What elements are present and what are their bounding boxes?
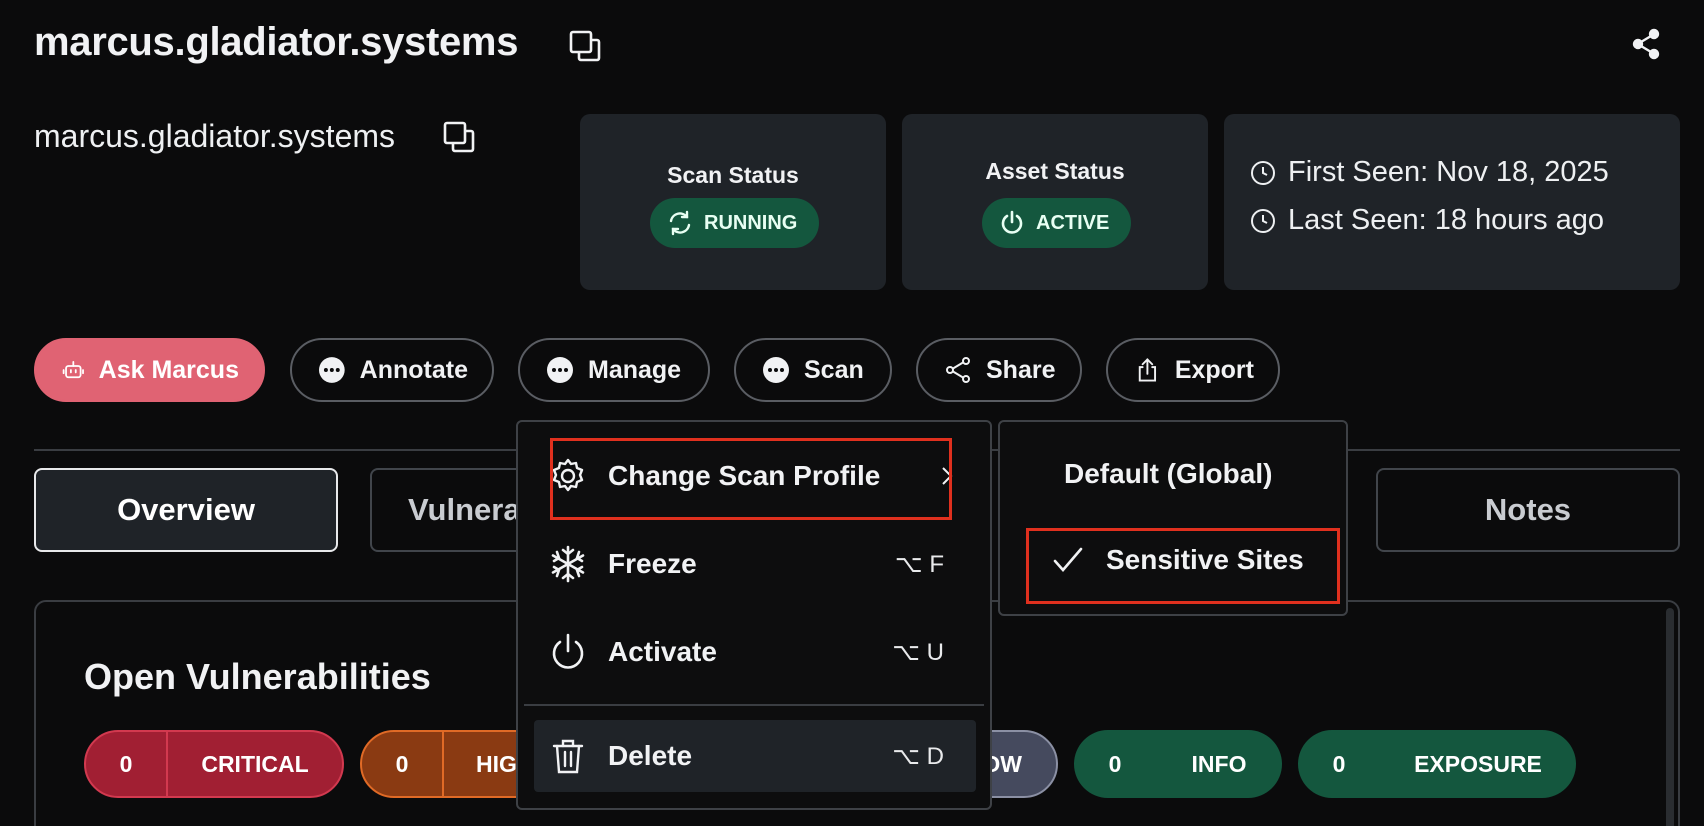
asset-status-value: ACTIVE bbox=[1036, 211, 1110, 234]
highlight-outline bbox=[550, 438, 952, 520]
menu-separator bbox=[524, 704, 984, 706]
asset-status-label: Asset Status bbox=[985, 158, 1125, 184]
share-label: Share bbox=[986, 355, 1056, 384]
scan-status-card: Scan Status RUNNING bbox=[580, 114, 886, 290]
power-icon bbox=[552, 633, 584, 669]
menu-item-delete[interactable]: Delete ⌥ D bbox=[534, 720, 976, 792]
power-icon bbox=[1001, 210, 1023, 234]
info-label: INFO bbox=[1191, 750, 1247, 777]
copy-icon[interactable] bbox=[442, 120, 476, 154]
page-title: marcus.gladiator.systems bbox=[34, 20, 519, 64]
trash-icon bbox=[552, 739, 584, 774]
share-icon bbox=[946, 357, 970, 383]
ask-marcus-label: Ask Marcus bbox=[98, 355, 239, 384]
last-seen-row: Last Seen: 18 hours ago bbox=[1250, 204, 1604, 237]
seen-card: First Seen: Nov 18, 2025 Last Seen: 18 h… bbox=[1224, 114, 1680, 290]
exposure-badge[interactable]: 0 EXPOSURE bbox=[1298, 730, 1576, 798]
highlight-outline bbox=[1026, 528, 1340, 604]
clock-icon bbox=[1251, 160, 1275, 185]
last-seen-text: Last Seen: 18 hours ago bbox=[1288, 204, 1605, 236]
export-button[interactable]: Export bbox=[1106, 338, 1280, 402]
freeze-shortcut: ⌥ F bbox=[895, 550, 944, 578]
share-icon[interactable] bbox=[1630, 28, 1662, 60]
refresh-icon bbox=[669, 210, 691, 236]
clock-icon bbox=[1251, 208, 1275, 233]
annotate-button[interactable]: Annotate bbox=[290, 338, 494, 402]
tab-overview[interactable]: Overview bbox=[34, 468, 338, 552]
info-badge[interactable]: 0 INFO bbox=[1074, 730, 1282, 798]
asset-status-badge: ACTIVE bbox=[982, 198, 1132, 248]
manage-label: Manage bbox=[588, 355, 682, 384]
first-seen-text: First Seen: Nov 18, 2025 bbox=[1288, 156, 1609, 188]
delete-label: Delete bbox=[608, 740, 693, 771]
scan-button[interactable]: Scan bbox=[734, 338, 892, 402]
snowflake-icon bbox=[551, 545, 585, 583]
more-icon bbox=[547, 357, 573, 383]
robot-icon bbox=[62, 361, 84, 379]
export-label: Export bbox=[1174, 355, 1254, 384]
tab-notes[interactable]: Notes bbox=[1376, 468, 1680, 552]
high-count: 0 bbox=[362, 732, 444, 796]
menu-item-activate[interactable]: Activate ⌥ U bbox=[534, 614, 976, 690]
scrollbar[interactable] bbox=[1666, 608, 1674, 826]
exposure-label: EXPOSURE bbox=[1414, 750, 1542, 777]
asset-status-card: Asset Status ACTIVE bbox=[902, 114, 1208, 290]
manage-button[interactable]: Manage bbox=[518, 338, 710, 402]
asset-hostname: marcus.gladiator.systems bbox=[34, 118, 396, 154]
critical-badge[interactable]: 0 CRITICAL bbox=[84, 730, 344, 798]
delete-shortcut: ⌥ D bbox=[892, 742, 944, 770]
ask-marcus-button[interactable]: Ask Marcus bbox=[34, 338, 265, 402]
scan-profile-submenu: Default (Global) Sensitive Sites bbox=[998, 420, 1348, 616]
more-icon bbox=[763, 357, 789, 383]
copy-icon[interactable] bbox=[568, 29, 602, 63]
exposure-count: 0 bbox=[1332, 750, 1346, 777]
manage-menu: Change Scan Profile Freeze ⌥ F Activate … bbox=[516, 420, 992, 810]
scan-label: Scan bbox=[804, 355, 864, 384]
freeze-label: Freeze bbox=[608, 548, 697, 579]
more-icon bbox=[318, 357, 345, 383]
critical-count: 0 bbox=[86, 732, 168, 796]
annotate-label: Annotate bbox=[359, 355, 468, 384]
menu-item-freeze[interactable]: Freeze ⌥ F bbox=[534, 526, 976, 602]
share-button[interactable]: Share bbox=[916, 338, 1082, 402]
scan-status-label: Scan Status bbox=[667, 162, 799, 188]
info-count: 0 bbox=[1108, 750, 1122, 777]
export-icon bbox=[1138, 358, 1157, 382]
activate-label: Activate bbox=[608, 636, 717, 667]
first-seen-row: First Seen: Nov 18, 2025 bbox=[1250, 156, 1609, 189]
critical-label: CRITICAL bbox=[201, 750, 309, 777]
open-vulnerabilities-title: Open Vulnerabilities bbox=[84, 656, 431, 697]
activate-shortcut: ⌥ U bbox=[892, 638, 944, 666]
scan-status-value: RUNNING bbox=[704, 211, 798, 234]
scan-status-badge: RUNNING bbox=[650, 198, 820, 248]
submenu-item-default-global[interactable]: Default (Global) bbox=[1064, 458, 1272, 490]
